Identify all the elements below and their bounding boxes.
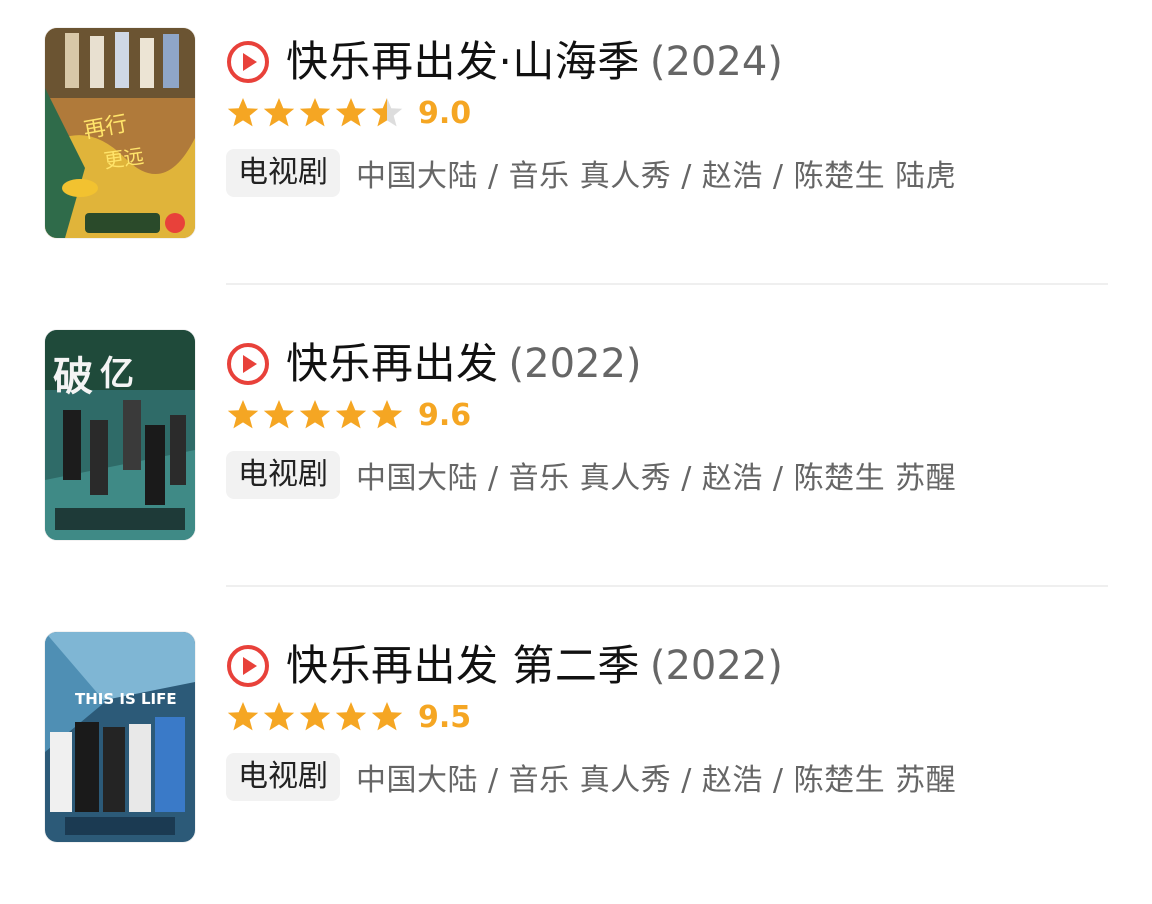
- star-icon: [227, 98, 259, 127]
- play-circle-icon[interactable]: [226, 40, 270, 84]
- item-year: (2022): [508, 341, 642, 387]
- list-item[interactable]: 再行 更远 快乐再出发·山海季 (2024) 9.0 电视剧 中国大陆 / 音乐…: [0, 0, 1152, 300]
- star-icon: [335, 702, 367, 731]
- rating: 9.0: [226, 92, 471, 134]
- star-rating: [226, 700, 404, 734]
- type-badge: 电视剧: [226, 753, 340, 801]
- item-year: (2022): [649, 643, 783, 689]
- type-badge: 电视剧: [226, 149, 340, 197]
- star-icon: [263, 98, 295, 127]
- star-rating: [226, 398, 404, 432]
- star-icon: [263, 702, 295, 731]
- item-title[interactable]: 快乐再出发: [286, 336, 499, 392]
- rating: 9.6: [226, 394, 471, 436]
- svg-text:亿: 亿: [100, 354, 134, 394]
- star-icon: [371, 400, 403, 429]
- rating-score: 9.0: [418, 95, 472, 131]
- star-icon: [227, 400, 259, 429]
- poster-image[interactable]: 再行 更远: [45, 28, 195, 238]
- star-icon: [335, 98, 367, 127]
- play-circle-icon[interactable]: [226, 342, 270, 386]
- item-title[interactable]: 快乐再出发 第二季: [286, 638, 640, 694]
- divider: [226, 283, 1108, 285]
- star-icon: [335, 400, 367, 429]
- divider: [226, 585, 1108, 587]
- rating: 9.5: [226, 696, 471, 738]
- type-badge: 电视剧: [226, 451, 340, 499]
- item-title[interactable]: 快乐再出发·山海季: [286, 34, 640, 90]
- star-rating: [226, 96, 404, 130]
- item-meta: 中国大陆 / 音乐 真人秀 / 赵浩 / 陈楚生 苏醒: [356, 763, 957, 798]
- star-icon: [263, 400, 295, 429]
- half-star-icon: [371, 98, 403, 127]
- item-meta: 中国大陆 / 音乐 真人秀 / 赵浩 / 陈楚生 陆虎: [356, 159, 957, 194]
- item-meta: 中国大陆 / 音乐 真人秀 / 赵浩 / 陈楚生 苏醒: [356, 461, 957, 496]
- star-icon: [299, 702, 331, 731]
- play-circle-icon[interactable]: [226, 644, 270, 688]
- svg-text:THIS IS LIFE: THIS IS LIFE: [75, 690, 177, 708]
- item-year: (2024): [649, 39, 783, 85]
- poster-image[interactable]: 破 亿: [45, 330, 195, 540]
- star-icon: [227, 702, 259, 731]
- star-icon: [299, 400, 331, 429]
- list-item[interactable]: THIS IS LIFE 快乐再出发 第二季 (2022) 9.5 电视剧 中国…: [0, 604, 1152, 904]
- svg-text:破: 破: [53, 354, 93, 400]
- list-item[interactable]: 破 亿 快乐再出发 (2022) 9.6 电视剧 中国大陆 / 音乐 真人秀 /…: [0, 302, 1152, 602]
- star-icon: [299, 98, 331, 127]
- rating-score: 9.5: [418, 699, 472, 735]
- star-icon: [371, 702, 403, 731]
- poster-image[interactable]: THIS IS LIFE: [45, 632, 195, 842]
- rating-score: 9.6: [418, 397, 472, 433]
